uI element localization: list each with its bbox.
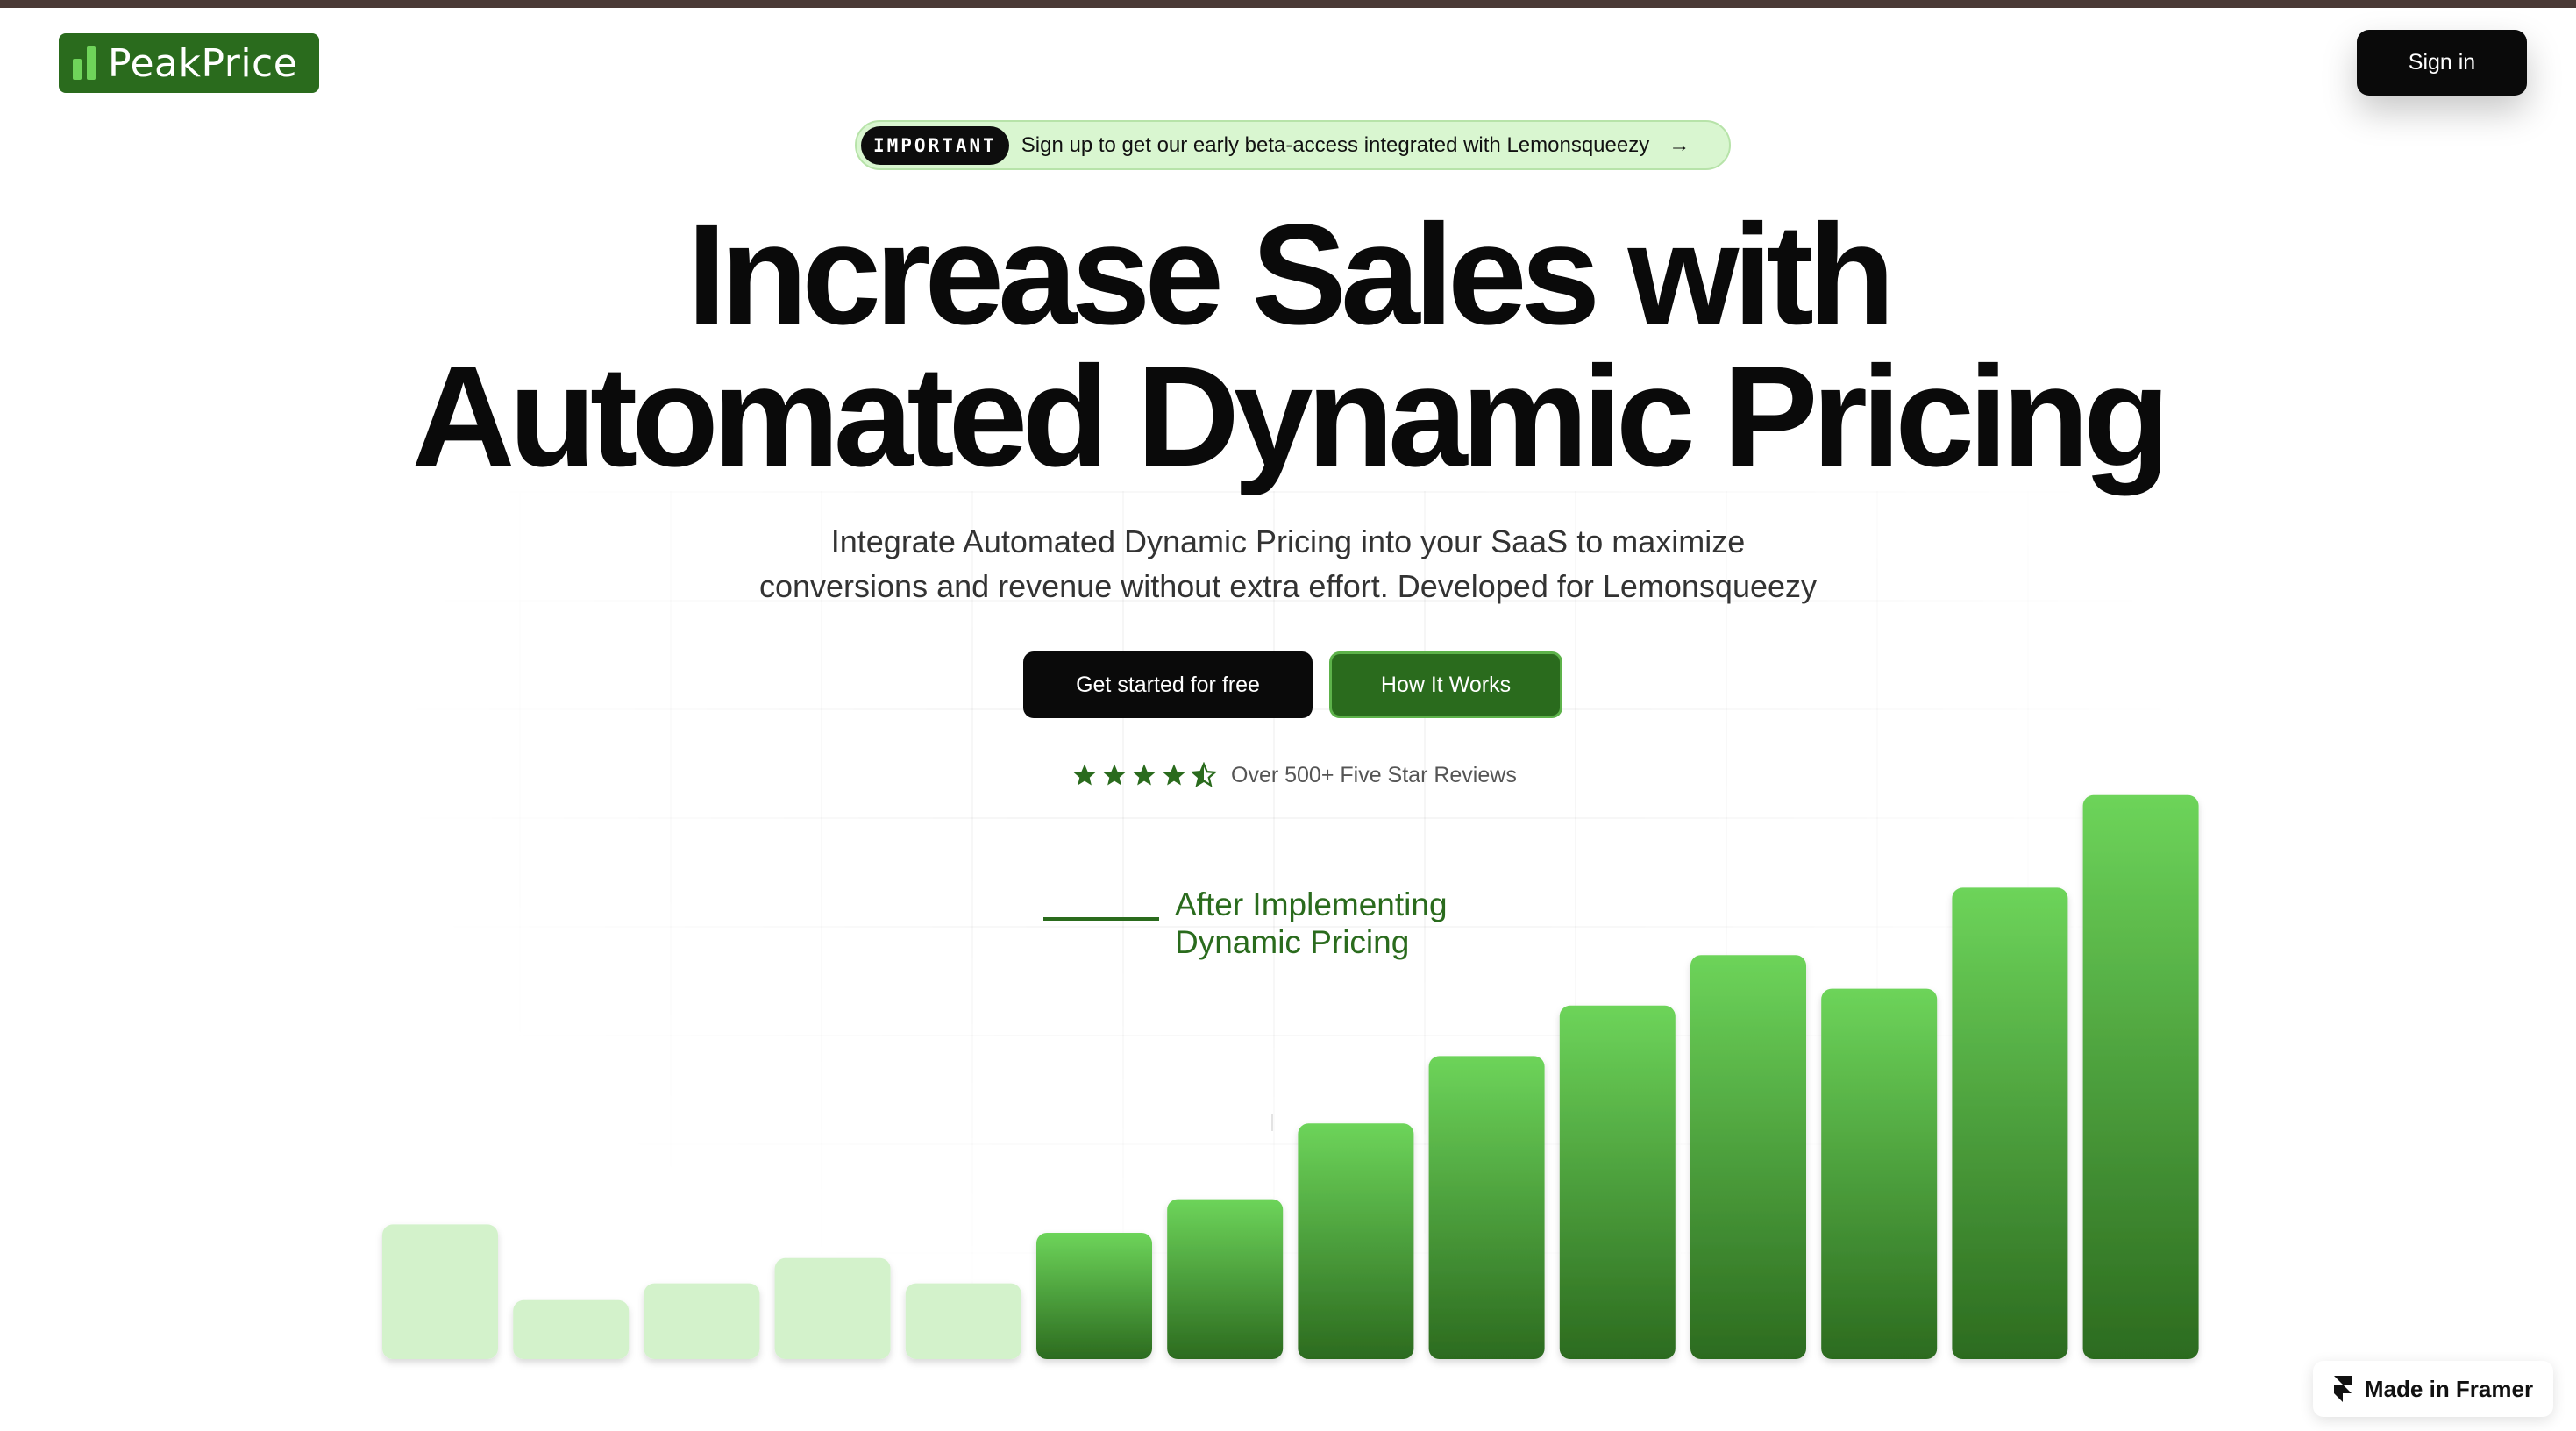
bar-before bbox=[644, 1283, 760, 1359]
bar-after bbox=[1821, 988, 1938, 1359]
get-started-button[interactable]: Get started for free bbox=[1023, 651, 1313, 718]
hero-subheading-line1: Integrate Automated Dynamic Pricing into… bbox=[830, 523, 1746, 559]
announcement-banner[interactable]: IMPORTANT Sign up to get our early beta-… bbox=[855, 120, 1731, 170]
bar-after bbox=[1036, 1233, 1152, 1359]
annotation-text: After Implementing Dynamic Pricing bbox=[1175, 886, 1448, 961]
bar-after bbox=[2082, 794, 2199, 1359]
bar-before bbox=[774, 1257, 891, 1359]
framer-icon bbox=[2333, 1376, 2352, 1402]
brand-name: PeakPrice bbox=[108, 40, 298, 86]
arrow-right-icon: → bbox=[1669, 132, 1690, 157]
important-tag: IMPORTANT bbox=[861, 125, 1009, 165]
hero-subheading-line2: conversions and revenue without extra ef… bbox=[758, 568, 1818, 604]
top-strip bbox=[0, 0, 2576, 8]
star-icon bbox=[1133, 764, 1156, 786]
bar-after bbox=[1167, 1199, 1284, 1359]
brand-logo[interactable]: PeakPrice bbox=[59, 33, 319, 93]
star-icon bbox=[1163, 764, 1185, 786]
bar-chart-logo-icon bbox=[73, 46, 96, 80]
hero-subheading: Integrate Automated Dynamic Pricing into… bbox=[0, 519, 2576, 609]
bar-after bbox=[1428, 1056, 1545, 1359]
bar-before bbox=[382, 1224, 498, 1359]
rating-row: Over 500+ Five Star Reviews bbox=[1071, 759, 1517, 791]
bar-after bbox=[1298, 1123, 1414, 1359]
annotation-line2: Dynamic Pricing bbox=[1175, 924, 1410, 960]
hero-headline-line2: Automated Dynamic Pricing bbox=[411, 336, 2171, 496]
annotation-line1: After Implementing bbox=[1175, 886, 1448, 922]
star-icon bbox=[1103, 764, 1126, 786]
rating-text: Over 500+ Five Star Reviews bbox=[1231, 762, 1517, 787]
bar-before bbox=[513, 1299, 630, 1359]
annotation-line bbox=[1043, 917, 1159, 921]
framer-badge-label: Made in Framer bbox=[2364, 1375, 2534, 1402]
announcement-text: Sign up to get our early beta-access int… bbox=[1021, 132, 1650, 157]
sign-in-button[interactable]: Sign in bbox=[2357, 30, 2527, 96]
hero-headline: Increase Sales with Automated Dynamic Pr… bbox=[0, 203, 2576, 488]
star-rating bbox=[1071, 762, 1217, 788]
chart-annotation: After Implementing Dynamic Pricing bbox=[1043, 886, 1448, 961]
bar-after bbox=[1690, 955, 1806, 1359]
bar-before bbox=[905, 1283, 1021, 1359]
bar-after bbox=[1952, 887, 2068, 1359]
bar-after bbox=[1559, 1005, 1676, 1359]
hero-headline-line1: Increase Sales with bbox=[687, 194, 1895, 354]
star-icon bbox=[1073, 764, 1096, 786]
made-in-framer-badge[interactable]: Made in Framer bbox=[2313, 1361, 2553, 1417]
star-half-icon bbox=[1191, 762, 1217, 787]
how-it-works-button[interactable]: How It Works bbox=[1329, 651, 1562, 718]
